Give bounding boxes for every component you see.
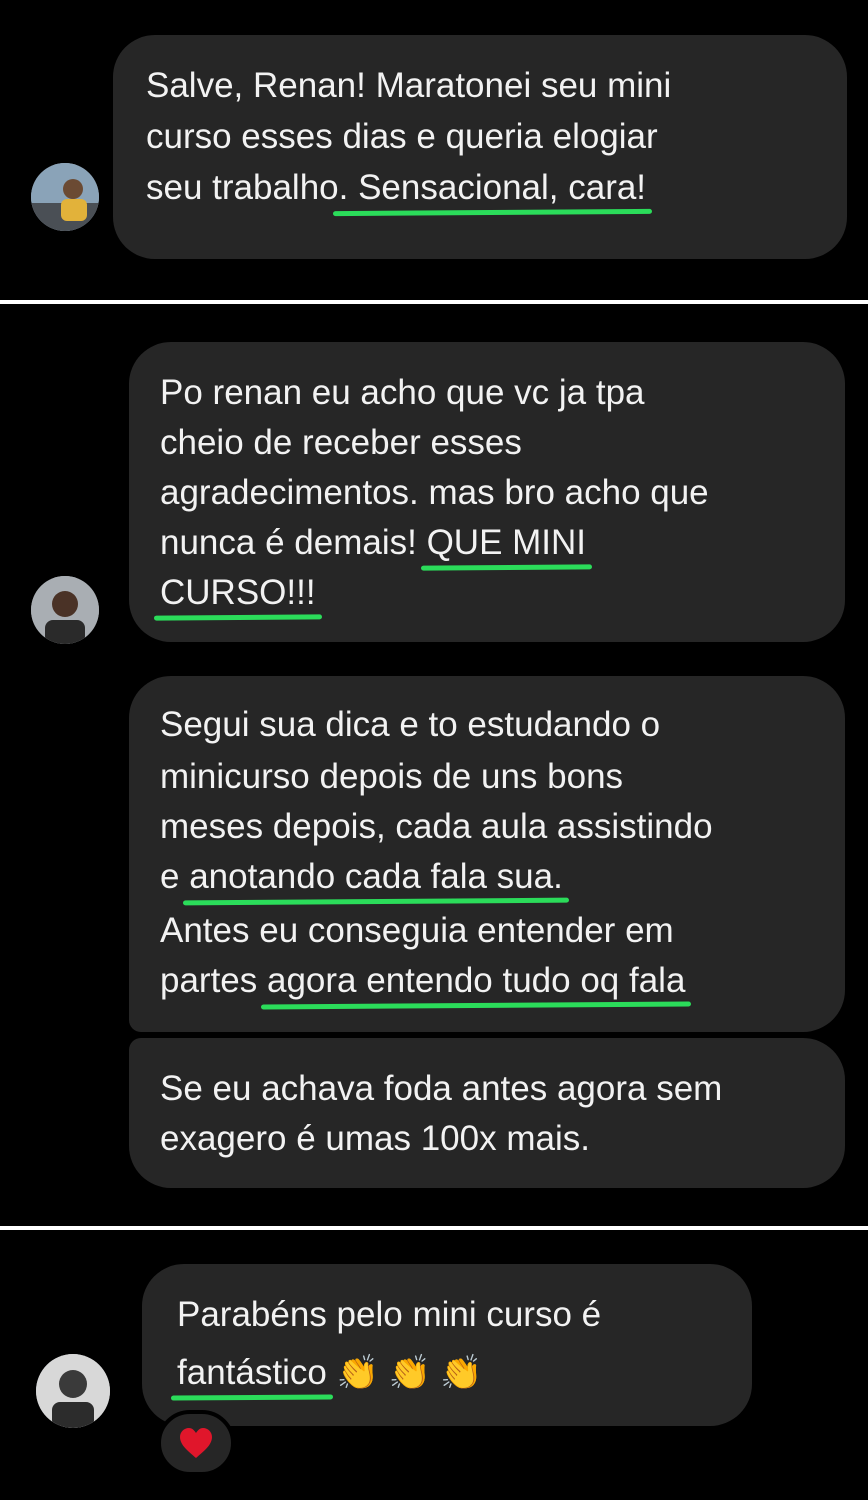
message-line: cheio de receber esses xyxy=(160,423,522,462)
message-line: Antes eu conseguia entender em xyxy=(160,911,674,950)
avatar[interactable] xyxy=(31,163,99,231)
highlighted-text: fantástico xyxy=(177,1353,327,1392)
message-bubble[interactable]: Parabéns pelo mini curso é fantástico 👏 👏… xyxy=(142,1264,752,1426)
message-line: meses depois, cada aula assistindo xyxy=(160,807,713,846)
highlighted-text: CURSO!!! xyxy=(160,573,316,612)
message-line: nunca é demais! QUE MINI xyxy=(160,523,587,562)
message-line: curso esses dias e queria elogiar xyxy=(146,117,658,156)
chat-panel-2: Po renan eu acho que vc ja tpa cheio de … xyxy=(0,304,868,1226)
highlighted-text: agora entendo tudo oq fala xyxy=(267,961,686,1000)
message-line: CURSO!!! xyxy=(160,572,316,614)
message-line: Salve, Renan! Maratonei seu mini xyxy=(146,66,672,105)
chat-panel-3: Parabéns pelo mini curso é fantástico 👏 👏… xyxy=(0,1230,868,1500)
message-line: Se eu achava foda antes agora sem xyxy=(160,1069,723,1108)
highlighted-text: anotando cada fala sua. xyxy=(189,857,563,896)
message-bubble[interactable]: Salve, Renan! Maratonei seu mini curso e… xyxy=(113,35,847,259)
heart-icon xyxy=(180,1428,212,1458)
message-line: Po renan eu acho que vc ja tpa xyxy=(160,373,645,412)
reaction-badge[interactable] xyxy=(157,1410,235,1476)
chat-panel-1: Salve, Renan! Maratonei seu mini curso e… xyxy=(0,0,868,300)
message-bubble[interactable]: Se eu achava foda antes agora sem exager… xyxy=(129,1038,845,1188)
avatar[interactable] xyxy=(36,1354,110,1428)
message-line: fantástico 👏 👏 👏 xyxy=(177,1352,483,1394)
clapping-hands-emoji: 👏 👏 👏 xyxy=(336,1354,483,1392)
highlighted-text: QUE MINI xyxy=(426,523,587,562)
message-line: exagero é umas 100x mais. xyxy=(160,1119,590,1158)
user-avatar-icon xyxy=(31,163,99,231)
message-line: agradecimentos. mas bro acho que xyxy=(160,473,709,512)
highlighted-text: . Sensacional, cara! xyxy=(338,168,647,207)
message-line: seu trabalho. Sensacional, cara! xyxy=(146,168,647,207)
user-avatar-icon xyxy=(36,1354,110,1428)
message-bubble[interactable]: Po renan eu acho que vc ja tpa cheio de … xyxy=(129,342,845,642)
message-line: e anotando cada fala sua. xyxy=(160,857,563,896)
user-avatar-icon xyxy=(31,576,99,644)
avatar[interactable] xyxy=(31,576,99,644)
message-bubble[interactable]: Segui sua dica e to estudando o minicurs… xyxy=(129,676,845,1032)
message-line: partes agora entendo tudo oq fala xyxy=(160,961,686,1000)
message-line: Segui sua dica e to estudando o xyxy=(160,705,661,744)
message-line: minicurso depois de uns bons xyxy=(160,757,624,796)
message-line: Parabéns pelo mini curso é xyxy=(177,1295,602,1334)
